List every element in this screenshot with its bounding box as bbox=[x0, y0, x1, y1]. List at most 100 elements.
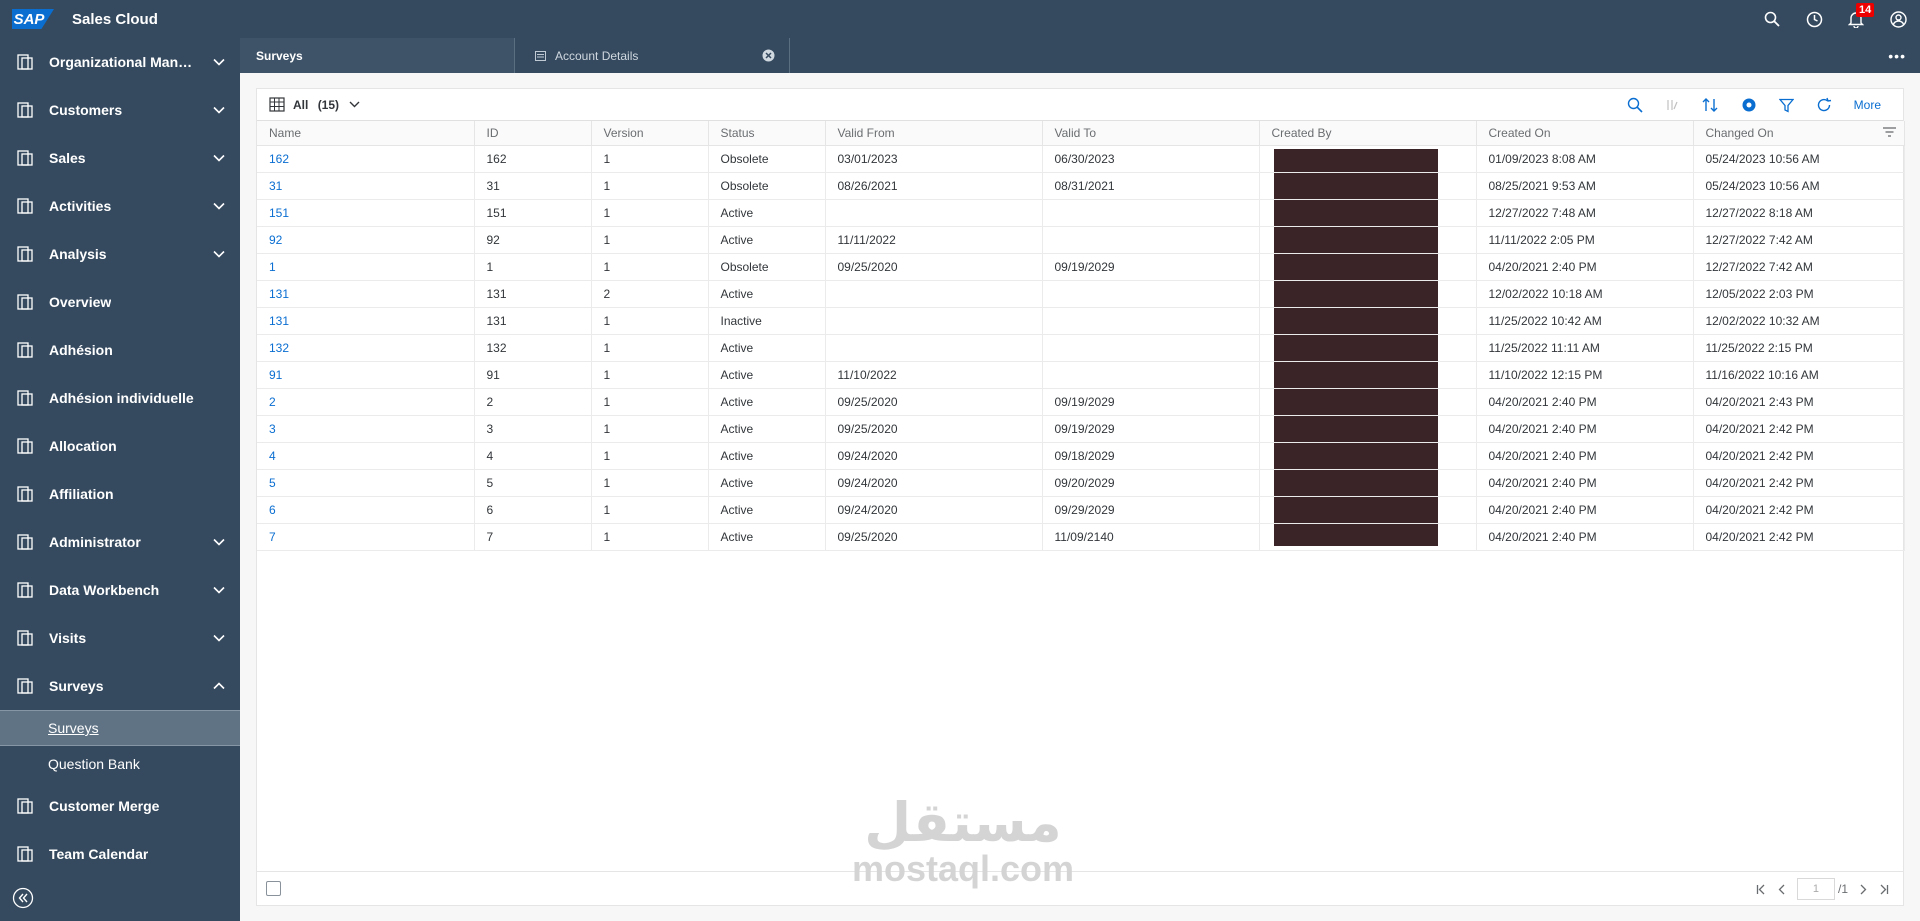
sidebar-item-adh-sion-individuelle[interactable]: Adhésion individuelle bbox=[0, 374, 240, 422]
survey-name-link[interactable]: 1 bbox=[257, 253, 475, 281]
survey-name-link[interactable]: 2 bbox=[257, 388, 475, 416]
table-cell: 1 bbox=[591, 334, 709, 362]
sidebar-item-adh-sion[interactable]: Adhésion bbox=[0, 326, 240, 374]
table-row[interactable]: 1 1 1 Obsolete 09/25/2020 09/19/2029 04/20/202… bbox=[257, 253, 1905, 281]
table-row[interactable]: 131 131 2 Active 12/02/2022 10:18 AM 12/05/20… bbox=[257, 280, 1905, 308]
column-header[interactable]: Version bbox=[591, 121, 709, 146]
table-cell: 131 bbox=[474, 280, 592, 308]
survey-name-link[interactable]: 5 bbox=[257, 469, 475, 497]
survey-name-link[interactable]: 92 bbox=[257, 226, 475, 254]
close-tab-icon[interactable] bbox=[762, 49, 775, 62]
column-header[interactable]: Created By bbox=[1259, 121, 1477, 146]
chevron-down-icon[interactable] bbox=[212, 583, 226, 597]
sort-icon[interactable] bbox=[1701, 97, 1719, 113]
survey-name-link[interactable]: 132 bbox=[257, 334, 475, 362]
table-row[interactable]: 2 2 1 Active 09/25/2020 09/19/2029 04/20/2021 … bbox=[257, 388, 1905, 416]
previous-page-icon[interactable] bbox=[1778, 884, 1785, 895]
table-view-icon[interactable] bbox=[269, 96, 285, 113]
column-header[interactable]: Changed On bbox=[1693, 121, 1905, 146]
refresh-icon[interactable] bbox=[1816, 97, 1832, 113]
table-row[interactable]: 151 151 1 Active 12/27/2022 7:48 AM 12/27/202… bbox=[257, 199, 1905, 227]
column-header[interactable]: Valid From bbox=[825, 121, 1043, 146]
sidebar-item-surveys[interactable]: Surveys bbox=[0, 662, 240, 710]
chevron-down-icon[interactable] bbox=[212, 55, 226, 69]
select-all-checkbox[interactable] bbox=[266, 881, 281, 896]
table-cell: 04/20/2021 2:40 PM bbox=[1476, 496, 1694, 524]
collapse-sidebar-icon[interactable] bbox=[12, 887, 36, 911]
bell-icon[interactable]: 14 bbox=[1846, 3, 1875, 29]
table-row[interactable]: 5 5 1 Active 09/24/2020 09/20/2029 04/20/2021 … bbox=[257, 469, 1905, 497]
table-cell: 04/20/2021 2:40 PM bbox=[1476, 415, 1694, 443]
table-cell: 131 bbox=[474, 307, 592, 335]
more-button[interactable]: More bbox=[1854, 98, 1881, 112]
chevron-down-icon[interactable] bbox=[212, 535, 226, 549]
survey-name-link[interactable]: 91 bbox=[257, 361, 475, 389]
survey-name-link[interactable]: 3 bbox=[257, 415, 475, 443]
tab-surveys[interactable]: Surveys bbox=[240, 38, 515, 73]
table-row[interactable]: 31 31 1 Obsolete 08/26/2021 08/31/2021 08/25/2… bbox=[257, 172, 1905, 200]
chevron-up-icon[interactable] bbox=[212, 679, 226, 693]
survey-name-link[interactable]: 151 bbox=[257, 199, 475, 227]
sidebar-item-team-calendar[interactable]: Team Calendar bbox=[0, 830, 240, 878]
view-selector[interactable]: All (15) bbox=[293, 98, 339, 112]
sidebar-subitem-question-bank[interactable]: Question Bank bbox=[0, 746, 240, 782]
chevron-down-icon[interactable] bbox=[212, 199, 226, 213]
sidebar-item-affiliation[interactable]: Affiliation bbox=[0, 470, 240, 518]
table-row[interactable]: 7 7 1 Active 09/25/2020 11/09/2140 04/20/2021 … bbox=[257, 523, 1905, 551]
table-row[interactable]: 4 4 1 Active 09/24/2020 09/18/2029 04/20/2021 … bbox=[257, 442, 1905, 470]
sidebar-item-visits[interactable]: Visits bbox=[0, 614, 240, 662]
sap-logo[interactable]: SAP bbox=[12, 9, 54, 29]
survey-name-link[interactable]: 7 bbox=[257, 523, 475, 551]
table-row[interactable]: 3 3 1 Active 09/25/2020 09/19/2029 04/20/2021 … bbox=[257, 415, 1905, 443]
survey-name-link[interactable]: 162 bbox=[257, 145, 475, 173]
survey-name-link[interactable]: 6 bbox=[257, 496, 475, 524]
chevron-down-icon[interactable] bbox=[212, 103, 226, 117]
created-by-cell bbox=[1259, 469, 1477, 497]
chevron-down-icon[interactable] bbox=[212, 247, 226, 261]
sidebar-item-data-workbench[interactable]: Data Workbench bbox=[0, 566, 240, 614]
sidebar-item-customers[interactable]: Customers bbox=[0, 86, 240, 134]
survey-name-link[interactable]: 4 bbox=[257, 442, 475, 470]
customers-icon bbox=[15, 100, 35, 120]
search-icon[interactable] bbox=[1762, 9, 1782, 29]
sidebar-item-activities[interactable]: Activities bbox=[0, 182, 240, 230]
filter-icon[interactable] bbox=[1778, 98, 1794, 113]
column-header[interactable]: Created On bbox=[1476, 121, 1694, 146]
sidebar-item-overview[interactable]: Overview bbox=[0, 278, 240, 326]
survey-name-link[interactable]: 31 bbox=[257, 172, 475, 200]
sidebar-item-administrator[interactable]: Administrator bbox=[0, 518, 240, 566]
sidebar-item-allocation[interactable]: Allocation bbox=[0, 422, 240, 470]
page-number-input[interactable]: 1 bbox=[1796, 878, 1835, 900]
survey-name-link[interactable]: 131 bbox=[257, 307, 475, 335]
sidebar-item-customer-merge[interactable]: Customer Merge bbox=[0, 782, 240, 830]
table-row[interactable]: 131 131 1 Inactive 11/25/2022 10:42 AM 12/02/… bbox=[257, 307, 1905, 335]
column-header[interactable]: Valid To bbox=[1042, 121, 1260, 146]
sidebar-subitem-surveys[interactable]: Surveys bbox=[0, 710, 240, 746]
survey-name-link[interactable]: 131 bbox=[257, 280, 475, 308]
settings-icon[interactable] bbox=[1741, 97, 1757, 113]
chevron-down-icon[interactable] bbox=[349, 101, 360, 108]
column-header[interactable]: Status bbox=[708, 121, 826, 146]
last-page-icon[interactable] bbox=[1879, 884, 1889, 895]
column-header[interactable]: ID bbox=[474, 121, 592, 146]
chevron-down-icon[interactable] bbox=[212, 151, 226, 165]
table-row[interactable]: 162 162 1 Obsolete 03/01/2023 06/30/2023 01/09… bbox=[257, 145, 1905, 173]
user-icon[interactable] bbox=[1888, 9, 1908, 29]
clock-icon[interactable] bbox=[1804, 9, 1824, 29]
overflow-menu-icon[interactable]: ••• bbox=[1888, 48, 1906, 64]
column-settings-icon[interactable] bbox=[1882, 127, 1896, 137]
table-row[interactable]: 132 132 1 Active 11/25/2022 11:11 AM 11/25/20… bbox=[257, 334, 1905, 362]
search-icon[interactable] bbox=[1627, 97, 1643, 113]
column-header[interactable]: Name bbox=[257, 121, 475, 146]
sidebar-item-organizational-manag-[interactable]: Organizational Manag... bbox=[0, 38, 240, 86]
sidebar-item-analysis[interactable]: Analysis bbox=[0, 230, 240, 278]
first-page-icon[interactable] bbox=[1756, 884, 1766, 895]
table-row[interactable]: 92 92 1 Active 11/11/2022 11/11/2022 2:05 PM 1… bbox=[257, 226, 1905, 254]
sidebar-item-sales[interactable]: Sales bbox=[0, 134, 240, 182]
next-page-icon[interactable] bbox=[1860, 884, 1867, 895]
table-row[interactable]: 6 6 1 Active 09/24/2020 09/29/2029 04/20/2021 … bbox=[257, 496, 1905, 524]
table-cell: Active bbox=[708, 442, 826, 470]
tab-account-details[interactable]: Account Details bbox=[515, 38, 790, 73]
chevron-down-icon[interactable] bbox=[212, 631, 226, 645]
table-row[interactable]: 91 91 1 Active 11/10/2022 11/10/2022 12:15 PM… bbox=[257, 361, 1905, 389]
